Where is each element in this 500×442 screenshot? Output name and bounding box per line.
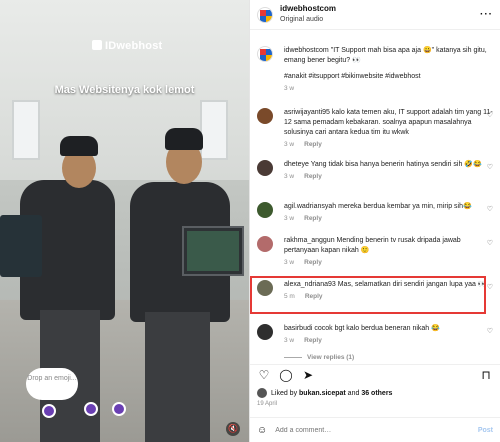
comment-username[interactable]: idwebhostcom [284,47,329,54]
comment-input[interactable] [275,426,478,434]
post-date: 19 April [257,401,278,407]
hashtags[interactable]: #anakit #itsupport #bikinwebsite #idwebh… [284,72,493,82]
view-replies-button[interactable]: View replies (1) [284,354,354,361]
list-item: agil.wadriansyah mereka berdua kembar ya… [257,202,493,222]
avatar[interactable] [257,202,273,218]
share-icon[interactable]: ➤ [301,368,315,382]
comment-username[interactable]: alexa_ndriana93 [284,281,336,288]
video-caption: Mas Websitenya kok lemot [54,84,195,96]
person-left-cap [60,136,98,156]
reaction-emoji-icon[interactable] [84,402,98,416]
like-heart-icon[interactable]: ♡ [487,239,493,247]
emoji-drop-bubble[interactable]: Drop an emoji... [26,368,78,400]
avatar[interactable] [257,46,273,62]
comment-time: 3 w [284,215,295,222]
avatar[interactable] [257,236,273,252]
reply-button[interactable]: Reply [304,173,322,180]
comment-username[interactable]: rakhma_anggun [284,237,335,244]
likes-count[interactable]: 36 others [361,390,392,397]
background-window [200,100,228,160]
mute-icon[interactable]: 🔇 [226,422,240,436]
like-heart-icon[interactable]: ♡ [487,163,493,171]
comment-time: 3 w [284,337,295,344]
reel-video[interactable]: IDwebhost Mas Websitenya kok lemot Drop … [0,0,249,442]
reply-button[interactable]: Reply [304,215,322,222]
comment-text: cocok bgt kalo berdua beneran nikah 😂 [314,325,440,332]
comment-username[interactable]: basirbudi [284,325,312,332]
list-item: basirbudi cocok bgt kalo berdua beneran … [257,324,493,344]
comment-time: 5 m [284,293,295,300]
reply-button[interactable]: Reply [305,293,323,300]
comment-time: 3 w [284,173,295,180]
avatar[interactable] [257,160,273,176]
video-logo: IDwebhost [92,40,162,52]
comment-username[interactable]: asriwijayanti95 [284,109,330,116]
comment-time: 3 w [284,259,295,266]
post-header: idwebhostcom Original audio ··· [250,0,500,30]
list-item: dheteye Yang tidak bisa hanya benerin ha… [257,160,493,180]
like-heart-icon[interactable]: ♡ [257,368,271,382]
list-item-highlighted: alexa_ndriana93 Mas, selamatkan diri sen… [257,280,493,300]
emoji-icon[interactable]: ☺ [257,425,267,436]
reply-button[interactable]: Reply [304,141,322,148]
comment-time: 3 w [284,141,295,148]
like-heart-icon[interactable]: ♡ [487,283,493,291]
caption-comment: idwebhostcom "IT Support mah bisa apa aj… [257,46,493,92]
post-button[interactable]: Post [478,427,493,434]
list-item: asriwijayanti95 kalo kata temen aku, IT … [257,108,493,148]
likes-summary: Liked by bukan.sicepat and 36 others [257,388,392,398]
reply-button[interactable]: Reply [304,259,322,266]
comment-text: Yang tidak bisa hanya benerin hatinya se… [310,161,482,168]
comment-text: Mas, selamatkan diri sendiri jangan lupa… [337,281,487,288]
avatar[interactable] [257,6,273,23]
avatar[interactable] [257,388,267,398]
reply-button[interactable]: Reply [304,337,322,344]
avatar[interactable] [257,280,273,296]
like-heart-icon[interactable]: ♡ [487,327,493,335]
comment-username[interactable]: agil.wadriansyah [284,203,336,210]
avatar[interactable] [257,108,273,124]
equipment-box [0,215,42,277]
audio-link[interactable]: Original audio [280,15,336,25]
liker-username[interactable]: bukan.sicepat [299,390,346,397]
action-bar: ♡ ◯ ➤ ⊓ [250,364,500,384]
comment-username[interactable]: dheteye [284,161,309,168]
post-username[interactable]: idwebhostcom [280,4,336,13]
person-right-beanie [165,128,203,150]
like-heart-icon[interactable]: ♡ [487,205,493,213]
reaction-emoji-icon[interactable] [112,402,126,416]
avatar[interactable] [257,324,273,340]
more-options-icon[interactable]: ··· [480,9,493,20]
background-window [12,100,40,160]
reaction-emoji-icon[interactable] [42,404,56,418]
laptop [182,226,244,276]
add-comment-bar: ☺ Post [250,417,500,442]
comments-list[interactable]: idwebhostcom "IT Support mah bisa apa aj… [250,36,500,356]
comment-text: mereka berdua kembar ya min, mirip sih😂 [338,203,472,210]
comment-icon[interactable]: ◯ [279,368,293,382]
comment-time: 3 w [284,85,295,92]
person-right-pants [145,312,210,442]
like-heart-icon[interactable]: ♡ [487,111,493,119]
bookmark-icon[interactable]: ⊓ [479,368,493,382]
list-item: rakhma_anggun Mending benerin tv rusak d… [257,236,493,266]
